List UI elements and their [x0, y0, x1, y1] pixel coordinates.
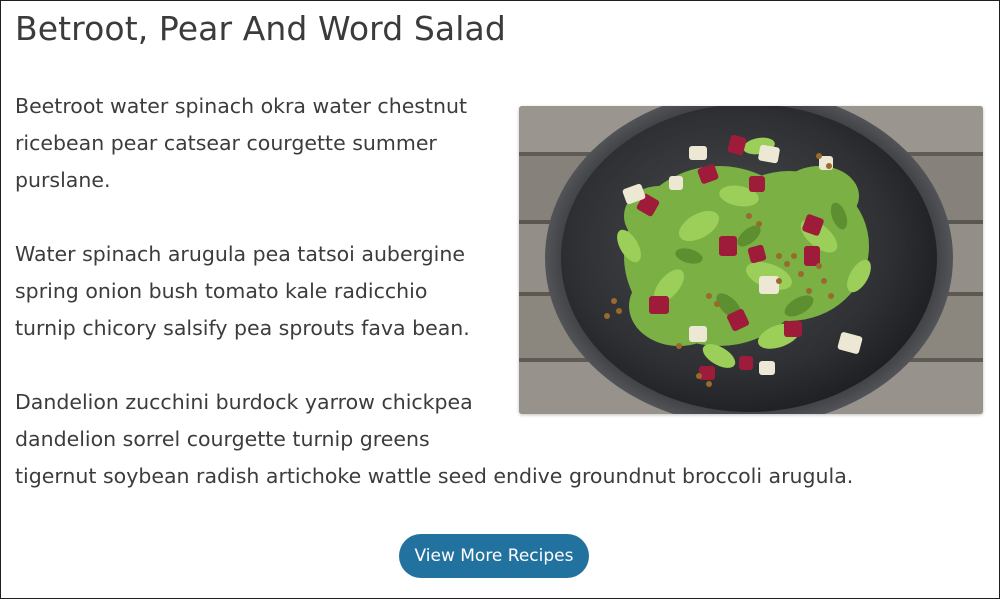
page-title: Betroot, Pear And Word Salad — [15, 9, 506, 48]
recipe-card: Betroot, Pear And Word Salad Beetroot wa… — [0, 0, 1000, 599]
view-more-recipes-button[interactable]: View More Recipes — [398, 534, 590, 578]
cta-container: View More Recipes — [1, 534, 999, 578]
salad-photo — [519, 106, 983, 414]
article-body: Beetroot water spinach okra water chestn… — [15, 88, 983, 495]
